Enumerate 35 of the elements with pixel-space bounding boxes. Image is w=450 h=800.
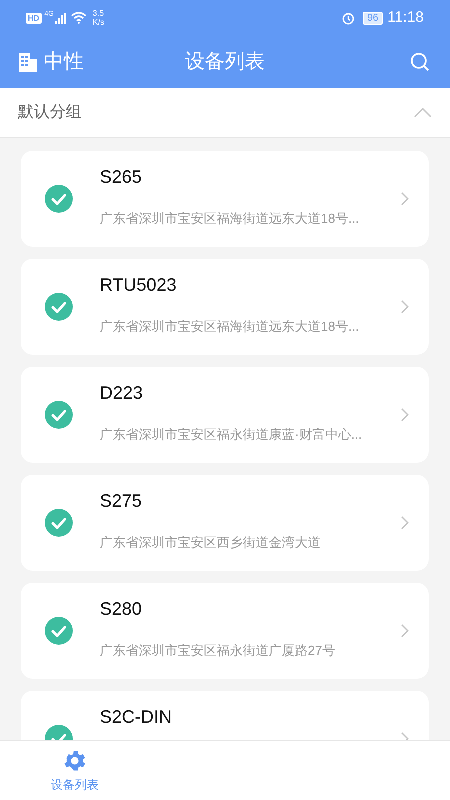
device-name: RTU5023	[100, 274, 178, 297]
clock: 11:18	[388, 8, 424, 28]
device-address: 广东省深圳市宝安区福海街道远东大道18号...	[100, 318, 360, 336]
search-icon[interactable]	[410, 52, 430, 72]
building-icon	[18, 52, 38, 72]
chevron-right-icon	[401, 516, 409, 530]
device-card[interactable]: S275 广东省深圳市宝安区西乡街道金湾大道	[21, 475, 429, 571]
device-address: 广东省深圳市宝安区福永街道广厦路27号	[100, 642, 336, 660]
device-card[interactable]: RTU5023 广东省深圳市宝安区福海街道远东大道18号...	[21, 259, 429, 355]
speed-value: 3.5	[92, 9, 104, 18]
wifi-icon	[70, 12, 87, 24]
group-header[interactable]: 默认分组	[0, 88, 450, 138]
alarm-icon	[342, 12, 356, 24]
device-name: S280	[100, 598, 144, 621]
device-name: S265	[100, 166, 144, 189]
battery-indicator: 96	[363, 12, 383, 24]
chevron-right-icon	[401, 300, 409, 314]
device-name: D223	[100, 382, 144, 405]
device-card[interactable]: S2C-DIN	[21, 691, 429, 740]
chevron-right-icon	[401, 624, 409, 638]
device-name: S2C-DIN	[100, 706, 174, 729]
device-address: 广东省深圳市宝安区福海街道远东大道18号...	[100, 210, 360, 228]
signal-icon	[54, 12, 67, 24]
speed-unit: K/s	[92, 18, 104, 27]
device-card[interactable]: D223 广东省深圳市宝安区福永街道康蓝·财富中心...	[21, 367, 429, 463]
hd-badge: HD	[26, 12, 42, 24]
chevron-right-icon	[401, 408, 409, 422]
device-address: 广东省深圳市宝安区西乡街道金湾大道	[100, 534, 322, 552]
device-address: 广东省深圳市宝安区福永街道康蓝·财富中心...	[100, 426, 364, 444]
page-title: 设备列表	[185, 50, 265, 75]
chevron-right-icon	[401, 192, 409, 206]
group-name: 默认分组	[18, 102, 82, 122]
device-card[interactable]: S280 广东省深圳市宝安区福永街道广厦路27号	[21, 583, 429, 679]
device-name: S275	[100, 490, 144, 513]
device-card[interactable]: S265 广东省深圳市宝安区福海街道远东大道18号...	[21, 151, 429, 247]
